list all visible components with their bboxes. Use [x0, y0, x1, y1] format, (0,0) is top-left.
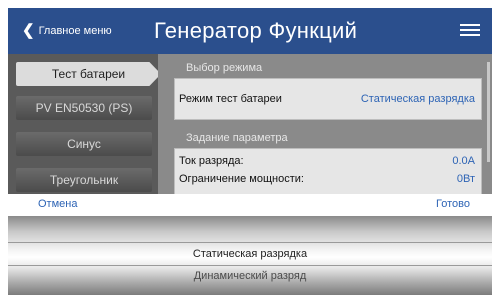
header-bar: ❮ Главное меню Генератор Функций — [8, 8, 492, 54]
chevron-left-icon: ❮ — [22, 22, 35, 39]
main-content: Выбор режима Режим тест батареи Статичес… — [158, 54, 492, 195]
param-group-title: Задание параметра — [186, 132, 288, 144]
back-button[interactable]: ❮ Главное меню — [22, 22, 112, 40]
mode-panel: Режим тест батареи Статическая разрядка — [174, 78, 482, 120]
sidebar-item-label: Синус — [67, 137, 101, 151]
sidebar-item-label: Треугольник — [49, 173, 119, 187]
sidebar: Тест батареи PV EN50530 (PS) Синус Треуг… — [8, 54, 161, 194]
discharge-current-value[interactable]: 0.0A — [452, 155, 475, 167]
selection-line-bottom — [8, 265, 492, 266]
picker-wheel[interactable]: Статическая разрядка Динамический разряд — [8, 216, 492, 295]
sidebar-item-label: PV EN50530 (PS) — [35, 101, 133, 115]
power-limit-value[interactable]: 0Вт — [457, 173, 475, 185]
picker-toolbar: Отмена Готово — [8, 194, 492, 216]
content-scrollbar[interactable] — [487, 62, 490, 162]
mode-row-value[interactable]: Статическая разрядка — [361, 93, 475, 105]
sidebar-item-triangle[interactable]: Треугольник — [16, 168, 152, 192]
sidebar-item-battery-test[interactable]: Тест батареи — [16, 62, 161, 86]
mode-group-title: Выбор режима — [186, 62, 263, 74]
page-title: Генератор Функций — [154, 18, 358, 43]
sidebar-item-sine[interactable]: Синус — [16, 132, 152, 156]
sidebar-item-label: Тест батареи — [51, 67, 126, 81]
power-limit-label: Ограничение мощности: — [179, 173, 304, 185]
hamburger-menu-icon[interactable] — [460, 24, 480, 38]
back-button-label: Главное меню — [38, 25, 112, 37]
mode-picker: Отмена Готово Статическая разрядка Динам… — [8, 194, 492, 295]
discharge-current-label: Ток разряда: — [179, 155, 244, 167]
picker-option-dynamic-discharge[interactable]: Динамический разряд — [8, 270, 492, 282]
cancel-button[interactable]: Отмена — [38, 198, 77, 210]
param-panel: Ток разряда: 0.0A Ограничение мощности: … — [174, 148, 482, 195]
sidebar-item-pv-en50530[interactable]: PV EN50530 (PS) — [16, 96, 152, 120]
mode-row-label: Режим тест батареи — [179, 93, 282, 105]
done-button[interactable]: Готово — [436, 198, 470, 210]
function-generator-screen: ❮ Главное меню Генератор Функций Тест ба… — [0, 0, 498, 295]
selection-line-top — [8, 242, 492, 243]
picker-option-static-discharge[interactable]: Статическая разрядка — [8, 248, 492, 260]
